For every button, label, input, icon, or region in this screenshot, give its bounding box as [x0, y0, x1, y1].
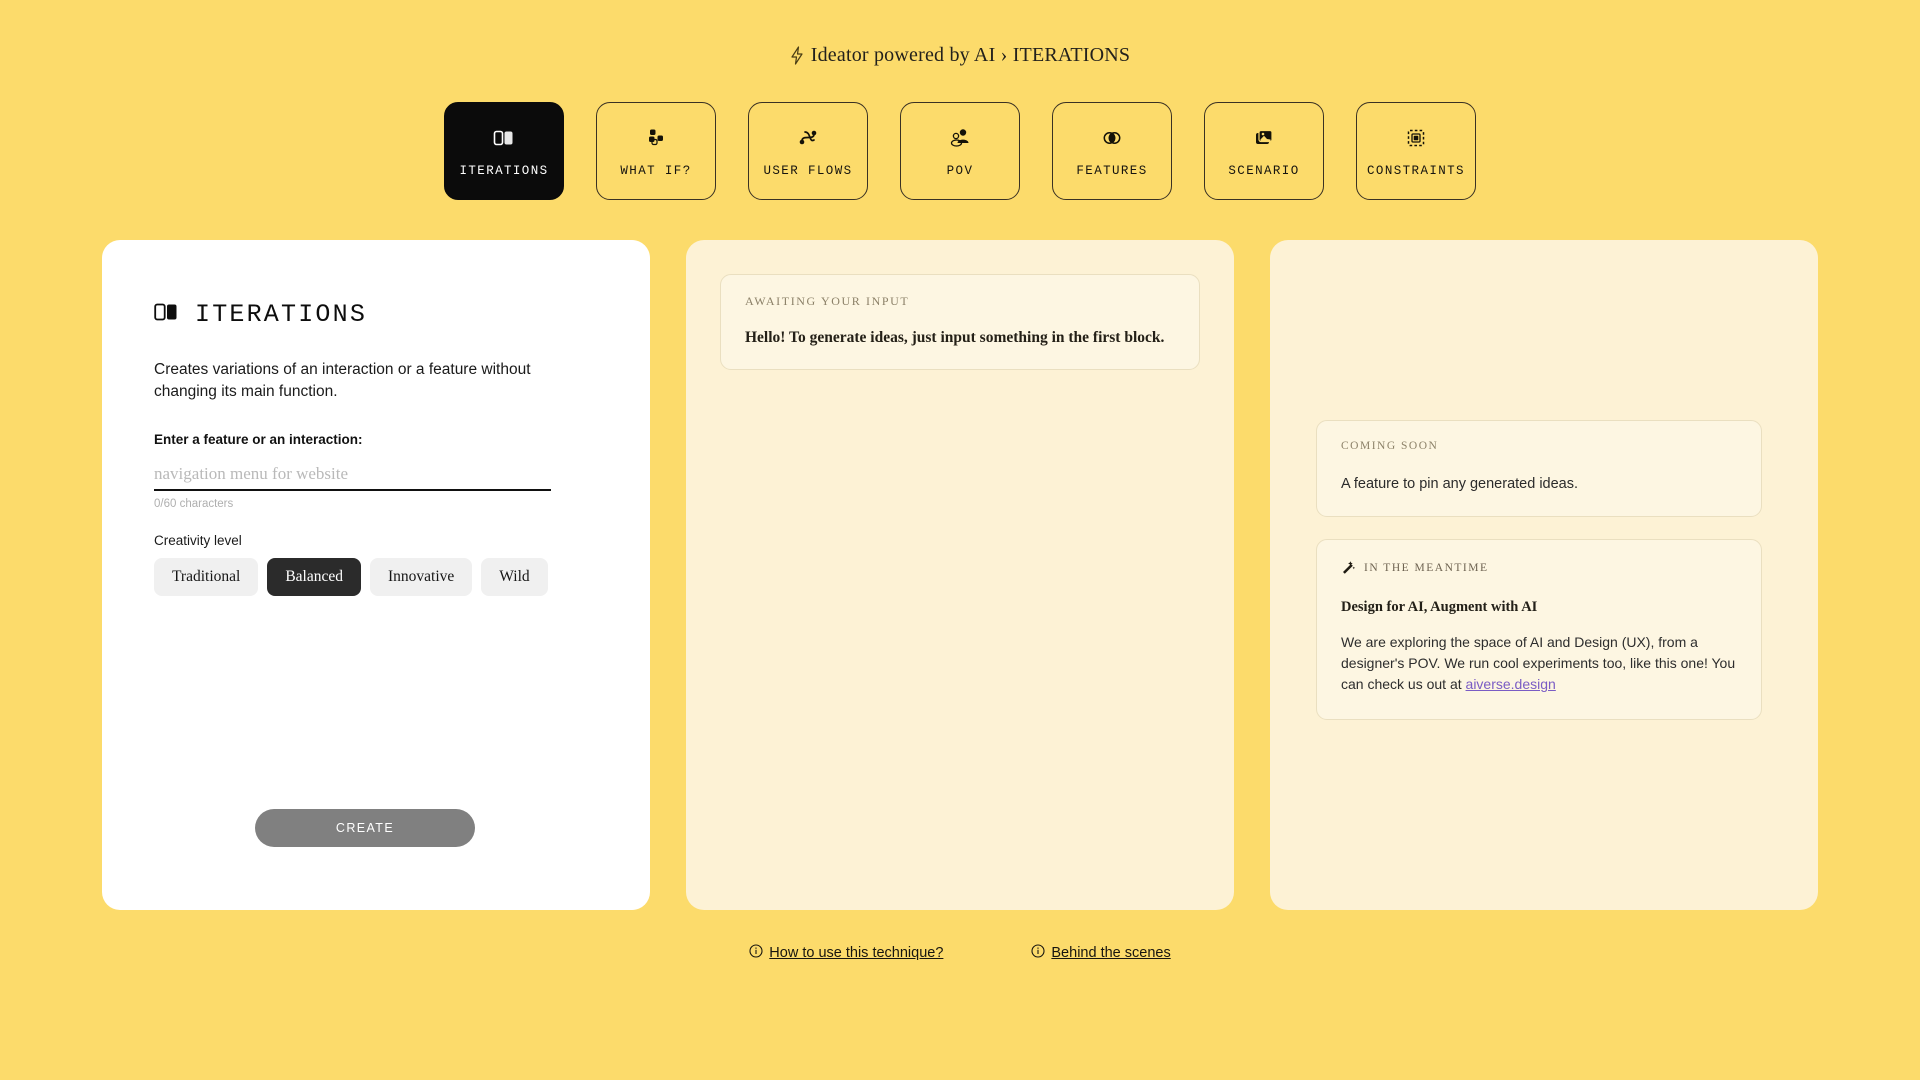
tab-label: POV [946, 163, 974, 178]
tab-label: SCENARIO [1228, 163, 1300, 178]
constraints-icon [1403, 125, 1429, 151]
panel-title-text: ITERATIONS [195, 300, 368, 329]
output-panel: AWAITING YOUR INPUT Hello! To generate i… [686, 240, 1234, 910]
card-body: We are exploring the space of AI and Des… [1341, 632, 1737, 695]
input-label: Enter a feature or an interaction: [154, 432, 363, 447]
tab-label: ITERATIONS [459, 163, 549, 178]
pov-icon [947, 125, 973, 151]
char-counter: 0/60 characters [154, 498, 234, 510]
footer-links: How to use this technique? Behind the sc… [0, 944, 1920, 962]
user-flows-icon [795, 125, 821, 151]
tab-pov[interactable]: POV [900, 102, 1020, 200]
create-button[interactable]: CREATE [255, 809, 475, 847]
in-the-meantime-card: IN THE MEANTIME Design for AI, Augment w… [1316, 539, 1762, 720]
feature-input[interactable] [154, 459, 551, 491]
card-kicker: IN THE MEANTIME [1364, 562, 1489, 574]
iterations-icon [491, 125, 517, 151]
card-message: Hello! To generate ideas, just input som… [745, 329, 1165, 346]
creativity-option-wild[interactable]: Wild [481, 558, 548, 596]
scenario-icon [1251, 125, 1277, 151]
awaiting-input-card: AWAITING YOUR INPUT Hello! To generate i… [720, 274, 1200, 370]
what-if-icon [643, 125, 669, 151]
card-kicker: COMING SOON [1341, 440, 1439, 452]
panel-description: Creates variations of an interaction or … [154, 361, 531, 400]
tab-label: CONSTRAINTS [1367, 163, 1465, 178]
creativity-option-balanced[interactable]: Balanced [267, 558, 361, 596]
page-title-text: Ideator powered by AI › ITERATIONS [810, 44, 1131, 66]
tab-scenario[interactable]: SCENARIO [1204, 102, 1324, 200]
how-to-use-link[interactable]: How to use this technique? [749, 944, 943, 962]
card-title: Design for AI, Augment with AI [1341, 599, 1538, 615]
tab-label: FEATURES [1076, 163, 1148, 178]
card-kicker: AWAITING YOUR INPUT [745, 294, 910, 308]
card-kicker-row: IN THE MEANTIME [1341, 559, 1737, 577]
footer-link-label: How to use this technique? [769, 945, 944, 961]
card-body: A feature to pin any generated ideas. [1341, 476, 1579, 492]
tab-label: WHAT IF? [620, 163, 692, 178]
info-cards: COMING SOON A feature to pin any generat… [1316, 420, 1762, 720]
tab-user-flows[interactable]: USER FLOWS [748, 102, 868, 200]
behind-the-scenes-link[interactable]: Behind the scenes [1031, 944, 1171, 962]
tab-constraints[interactable]: CONSTRAINTS [1356, 102, 1476, 200]
info-circle-icon [1031, 944, 1045, 962]
app-header: Ideator powered by AI › ITERATIONS [0, 0, 1920, 70]
coming-soon-card: COMING SOON A feature to pin any generat… [1316, 420, 1762, 517]
features-icon [1099, 125, 1125, 151]
page-title: Ideator powered by AI › ITERATIONS [790, 44, 1131, 67]
technique-tabs: ITERATIONS WHAT IF? USER FLOWS POV FEATU… [0, 102, 1920, 200]
magic-wand-icon [1341, 559, 1356, 577]
info-panel: COMING SOON A feature to pin any generat… [1270, 240, 1818, 910]
input-panel: ITERATIONS Creates variations of an inte… [102, 240, 650, 910]
creativity-options: Traditional Balanced Innovative Wild [154, 558, 598, 596]
app-root: Ideator powered by AI › ITERATIONS ITERA… [0, 0, 1920, 1080]
panels-row: ITERATIONS Creates variations of an inte… [0, 240, 1920, 910]
tab-features[interactable]: FEATURES [1052, 102, 1172, 200]
creativity-option-traditional[interactable]: Traditional [154, 558, 259, 596]
iterations-icon [154, 302, 181, 327]
footer-link-label: Behind the scenes [1051, 945, 1171, 961]
tab-what-if[interactable]: WHAT IF? [596, 102, 716, 200]
aiverse-link[interactable]: aiverse.design [1466, 676, 1556, 692]
creativity-option-innovative[interactable]: Innovative [370, 558, 473, 596]
tab-label: USER FLOWS [763, 163, 853, 178]
panel-title: ITERATIONS [154, 300, 598, 329]
info-circle-icon [749, 944, 763, 962]
bolt-icon [790, 46, 804, 65]
tab-iterations[interactable]: ITERATIONS [444, 102, 564, 200]
creativity-label: Creativity level [154, 533, 242, 548]
